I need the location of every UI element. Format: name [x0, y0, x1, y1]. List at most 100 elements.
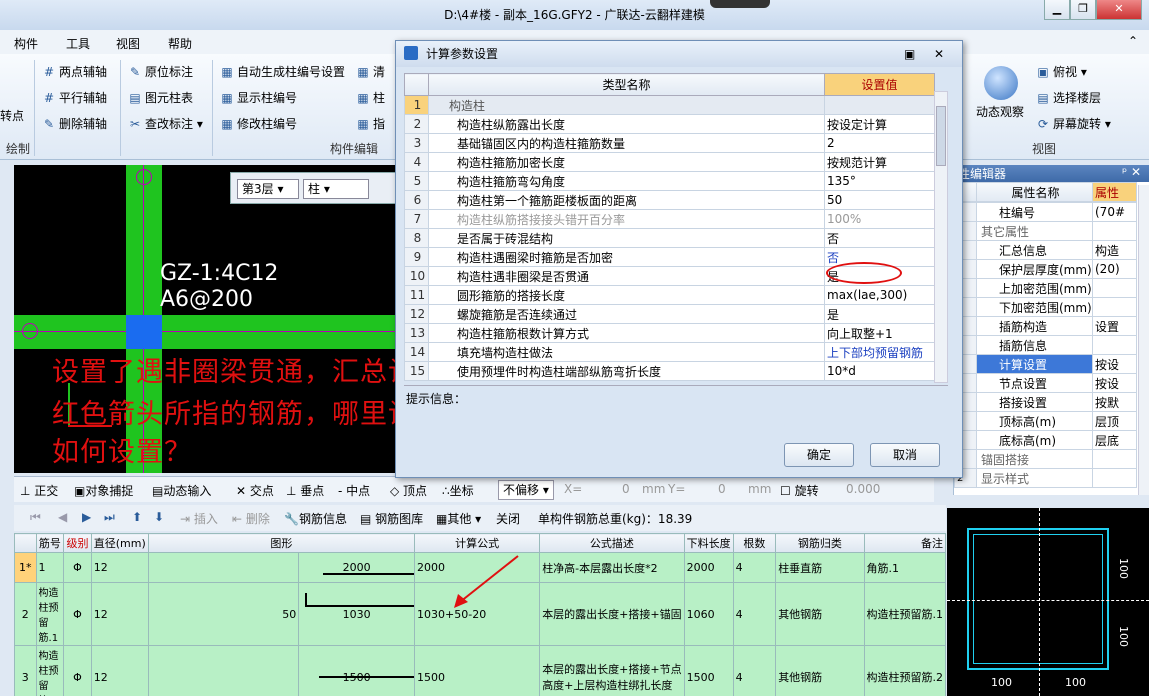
- ribbon-partial-2[interactable]: ▦ 柱: [356, 88, 385, 108]
- cancel-button[interactable]: 取消: [870, 443, 940, 467]
- param-row[interactable]: 2 构造柱纵筋露出长度 按设定计算: [404, 114, 935, 134]
- property-row[interactable]: 4搭接设置按默: [954, 392, 1137, 412]
- menu-tools[interactable]: 工具: [66, 35, 90, 52]
- type-select[interactable]: 柱 ▾: [303, 179, 369, 199]
- delete-button[interactable]: ⇤ 删除: [232, 510, 270, 527]
- param-row[interactable]: 13 构造柱箍筋根数计算方式 向上取整+1: [404, 323, 935, 343]
- header-cat[interactable]: 钢筋归类: [775, 533, 865, 553]
- floor-select[interactable]: 第3层 ▾: [237, 179, 299, 199]
- column-element[interactable]: [126, 315, 162, 349]
- close-panel-button[interactable]: 关闭: [496, 510, 520, 527]
- screen-rotate-button[interactable]: ⟳ 屏幕旋转 ▾: [1036, 114, 1111, 134]
- select-floor-button[interactable]: ▤ 选择楼层: [1036, 88, 1101, 108]
- top-view-button[interactable]: ▣ 俯视 ▾: [1036, 62, 1087, 82]
- show-column-number-button[interactable]: ▦ 显示柱编号: [220, 88, 297, 108]
- move-down-icon[interactable]: ⬇: [154, 510, 164, 524]
- ortho-toggle[interactable]: ⊥ 正交: [20, 482, 58, 499]
- quick-toolbar[interactable]: [710, 0, 770, 8]
- insert-button[interactable]: ⇥ 插入: [180, 510, 218, 527]
- midpoint-snap[interactable]: - 中点: [338, 482, 370, 499]
- two-point-axis-button[interactable]: # 两点辅轴: [42, 62, 107, 82]
- param-row[interactable]: 11 圆形箍筋的搭接长度 max(lae,300): [404, 285, 935, 305]
- param-row[interactable]: 1 构造柱: [404, 95, 935, 115]
- ribbon-partial-1[interactable]: ▦ 清: [356, 62, 385, 82]
- header-grade[interactable]: 级别: [63, 533, 92, 553]
- table-row[interactable]: 3 构造柱预留筋.2Φ12 1500 1500本层的露出长度+搭接+节点高度+上…: [14, 645, 946, 696]
- property-row[interactable]: 3节点设置按设: [954, 373, 1137, 393]
- menu-view[interactable]: 视图: [116, 35, 140, 52]
- last-icon[interactable]: ⏭: [104, 510, 115, 525]
- property-row[interactable]: 2 显示样式: [954, 468, 1137, 488]
- property-scrollbar[interactable]: [1138, 185, 1149, 495]
- coordinate-snap[interactable]: ∴坐标: [442, 482, 474, 499]
- param-row[interactable]: 3 基础锚固区内的构造柱箍筋数量 2: [404, 133, 935, 153]
- property-row[interactable]: 6底标高(m)层底: [954, 430, 1137, 450]
- header-cnt[interactable]: 根数: [732, 533, 777, 553]
- intersection-snap[interactable]: ✕ 交点: [236, 482, 274, 499]
- property-row[interactable]: 6汇总信息构造: [954, 240, 1137, 260]
- chevron-up-icon[interactable]: ⌃: [1128, 34, 1138, 48]
- property-row[interactable]: 8上加密范围(mm): [954, 278, 1137, 298]
- object-snap-toggle[interactable]: ▣对象捕捉: [74, 482, 133, 499]
- dialog-close-button[interactable]: ✕: [934, 41, 944, 67]
- maximize-button[interactable]: ❐: [1070, 0, 1096, 20]
- property-row[interactable]: 0插筋构造设置: [954, 316, 1137, 336]
- ribbon-partial-3[interactable]: ▦ 指: [356, 114, 385, 134]
- property-row[interactable]: 1插筋信息: [954, 335, 1137, 355]
- modify-column-number-button[interactable]: ▦ 修改柱编号: [220, 114, 297, 134]
- header-formula[interactable]: 计算公式: [414, 533, 541, 553]
- param-row[interactable]: 7 构造柱纵筋搭接接头错开百分率 100%: [404, 209, 935, 229]
- auto-number-settings-button[interactable]: ▦ 自动生成柱编号设置: [220, 62, 345, 82]
- header-shape[interactable]: 图形: [147, 533, 416, 553]
- property-row[interactable]: 5其它属性: [954, 221, 1137, 241]
- dynamic-input-toggle[interactable]: ▤动态输入: [152, 482, 211, 499]
- column-table-button[interactable]: ▤ 图元柱表: [128, 88, 193, 108]
- globe-icon[interactable]: [984, 66, 1018, 100]
- header-dia[interactable]: 直径(mm): [90, 533, 149, 553]
- first-icon[interactable]: ⏮: [30, 510, 41, 525]
- param-scrollbar[interactable]: [934, 91, 948, 383]
- param-row[interactable]: 15 使用预埋件时构造柱端部纵筋弯折长度 10*d: [404, 361, 935, 381]
- vertex-snap[interactable]: ◇ 顶点: [390, 482, 427, 499]
- property-row[interactable]: 5顶标高(m)层顶: [954, 411, 1137, 431]
- minimize-button[interactable]: ▁: [1044, 0, 1070, 20]
- header-note[interactable]: 备注: [863, 533, 946, 553]
- move-up-icon[interactable]: ⬆: [132, 510, 142, 524]
- rebar-info-button[interactable]: 🔧钢筋信息: [284, 510, 347, 527]
- header-no[interactable]: 筋号: [35, 533, 65, 553]
- x-input[interactable]: 0: [622, 482, 630, 496]
- delete-axis-button[interactable]: ✎ 删除辅轴: [42, 114, 107, 134]
- dialog-restore-button[interactable]: ▣: [904, 41, 915, 67]
- property-row[interactable]: 7保护层厚度(mm)(20): [954, 259, 1137, 279]
- menu-component[interactable]: 构件: [14, 35, 38, 52]
- menu-help[interactable]: 帮助: [168, 35, 192, 52]
- in-place-label-button[interactable]: ✎ 原位标注: [128, 62, 193, 82]
- property-row[interactable]: 2计算设置按设: [954, 354, 1137, 374]
- orbit-view-button[interactable]: 动态观察: [976, 102, 1024, 122]
- rotate-input[interactable]: 0.000: [846, 482, 880, 496]
- perpendicular-snap[interactable]: ⊥ 垂点: [286, 482, 324, 499]
- header-desc[interactable]: 公式描述: [539, 533, 685, 553]
- header-len[interactable]: 下料长度: [683, 533, 734, 553]
- param-row[interactable]: 8 是否属于砖混结构否: [404, 228, 935, 248]
- property-row[interactable]: 1柱编号(70#: [954, 202, 1137, 222]
- edit-label-button[interactable]: ✂ 查改标注 ▾: [128, 114, 203, 134]
- param-row[interactable]: 12 螺旋箍筋是否连续通过是: [404, 304, 935, 324]
- rebar-library-button[interactable]: ▤ 钢筋图库: [360, 510, 423, 527]
- prev-icon[interactable]: ◀: [58, 510, 67, 524]
- y-input[interactable]: 0: [718, 482, 726, 496]
- property-row[interactable]: 9下加密范围(mm): [954, 297, 1137, 317]
- offset-select[interactable]: 不偏移 ▾: [498, 480, 554, 500]
- param-row[interactable]: 6 构造柱第一个箍筋距楼板面的距离 50: [404, 190, 935, 210]
- param-row[interactable]: 14 填充墙构造柱做法 上下部均预留钢筋: [404, 342, 935, 362]
- ribbon-left-partial[interactable]: 转点: [0, 106, 24, 126]
- parallel-axis-button[interactable]: # 平行辅轴: [42, 88, 107, 108]
- rotate-checkbox[interactable]: ☐ 旋转: [780, 482, 819, 499]
- param-row[interactable]: 4 构造柱箍筋加密长度 按规范计算: [404, 152, 935, 172]
- other-menu[interactable]: ▦其他 ▾: [436, 510, 481, 527]
- close-button[interactable]: ✕: [1096, 0, 1142, 20]
- ok-button[interactable]: 确定: [784, 443, 854, 467]
- next-icon[interactable]: ▶: [82, 510, 91, 524]
- property-row[interactable]: 7锚固搭接: [954, 449, 1137, 469]
- param-row[interactable]: 5 构造柱箍筋弯勾角度 135°: [404, 171, 935, 191]
